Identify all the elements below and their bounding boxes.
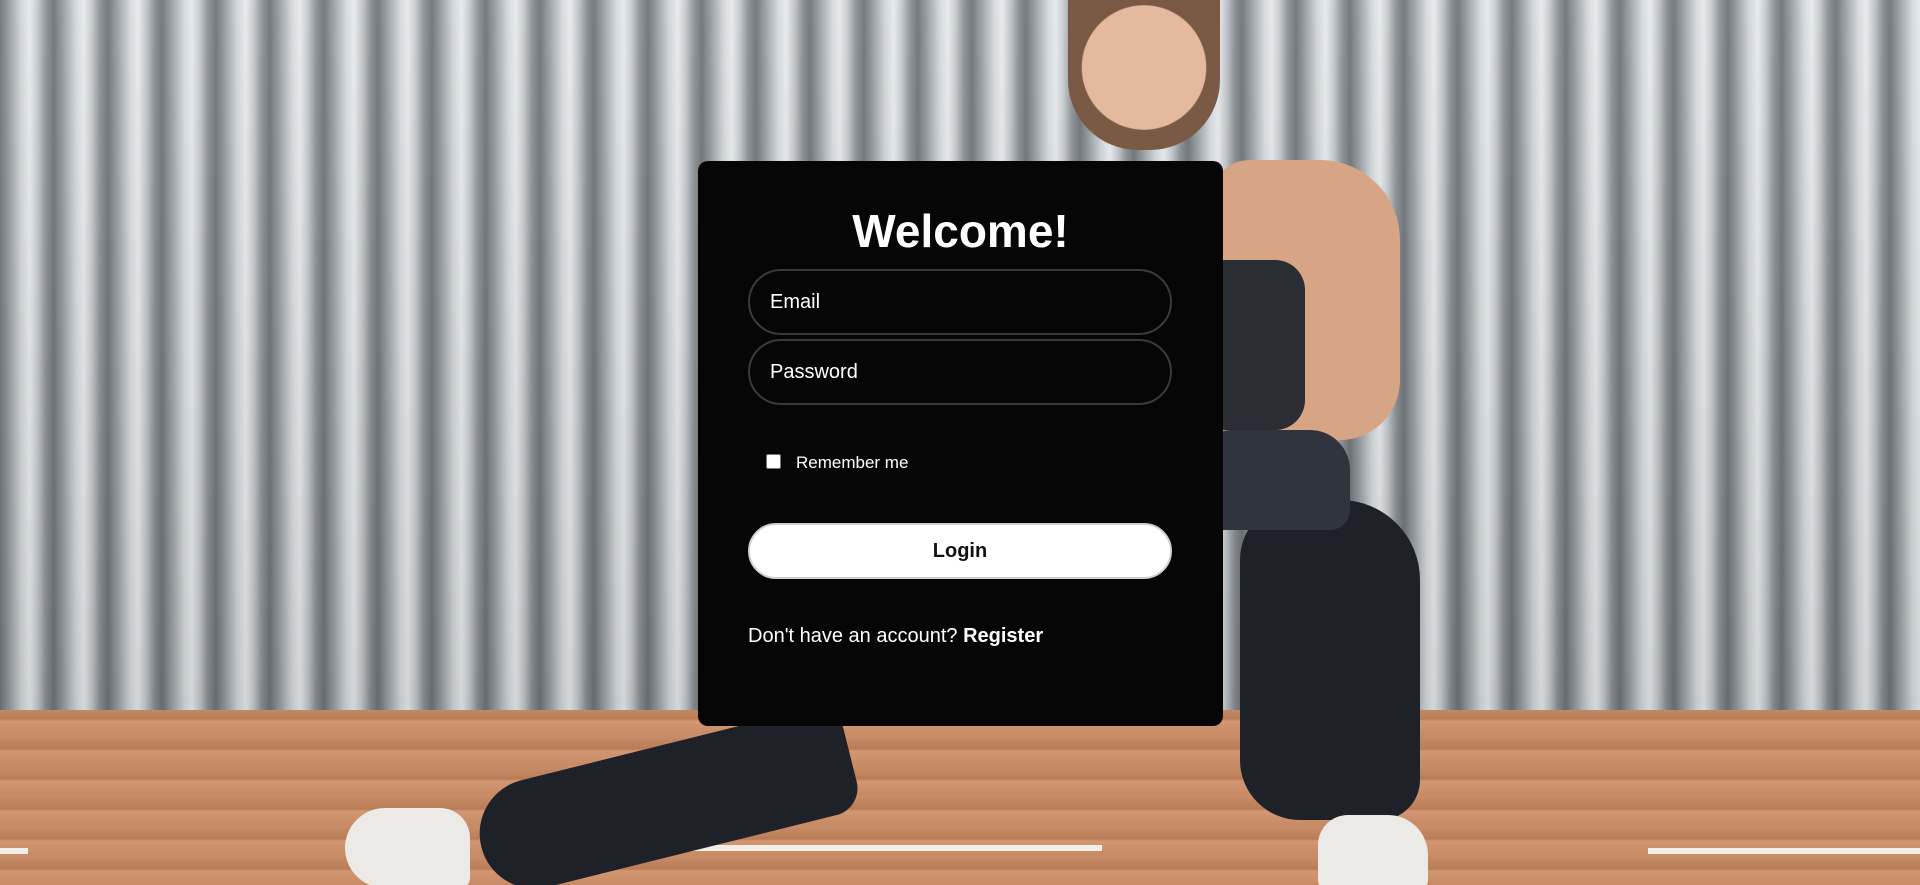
background-person-leg [1240,500,1420,820]
remember-me-label: Remember me [796,453,909,472]
floor-marking [1648,848,1920,854]
login-page: Welcome! Remember me Login Don't have an… [0,0,1920,885]
register-link[interactable]: Register [963,625,1043,647]
background-person-shoe [1318,815,1428,885]
email-input[interactable] [748,269,1172,335]
background-floor [0,710,1920,885]
password-input[interactable] [748,339,1172,405]
background-person-head [1068,0,1220,150]
floor-marking [0,848,28,854]
background-person-shoe [345,808,470,885]
remember-me-row: Remember me [748,449,1173,473]
register-row: Don't have an account? Register [748,625,1173,648]
register-prompt: Don't have an account? [748,625,958,647]
login-card: Welcome! Remember me Login Don't have an… [698,161,1223,726]
background-person-shorts [1210,430,1350,530]
login-button[interactable]: Login [748,523,1172,579]
remember-me-checkbox[interactable] [766,453,781,469]
background-person-top [1215,260,1305,430]
welcome-title: Welcome! [852,205,1069,257]
